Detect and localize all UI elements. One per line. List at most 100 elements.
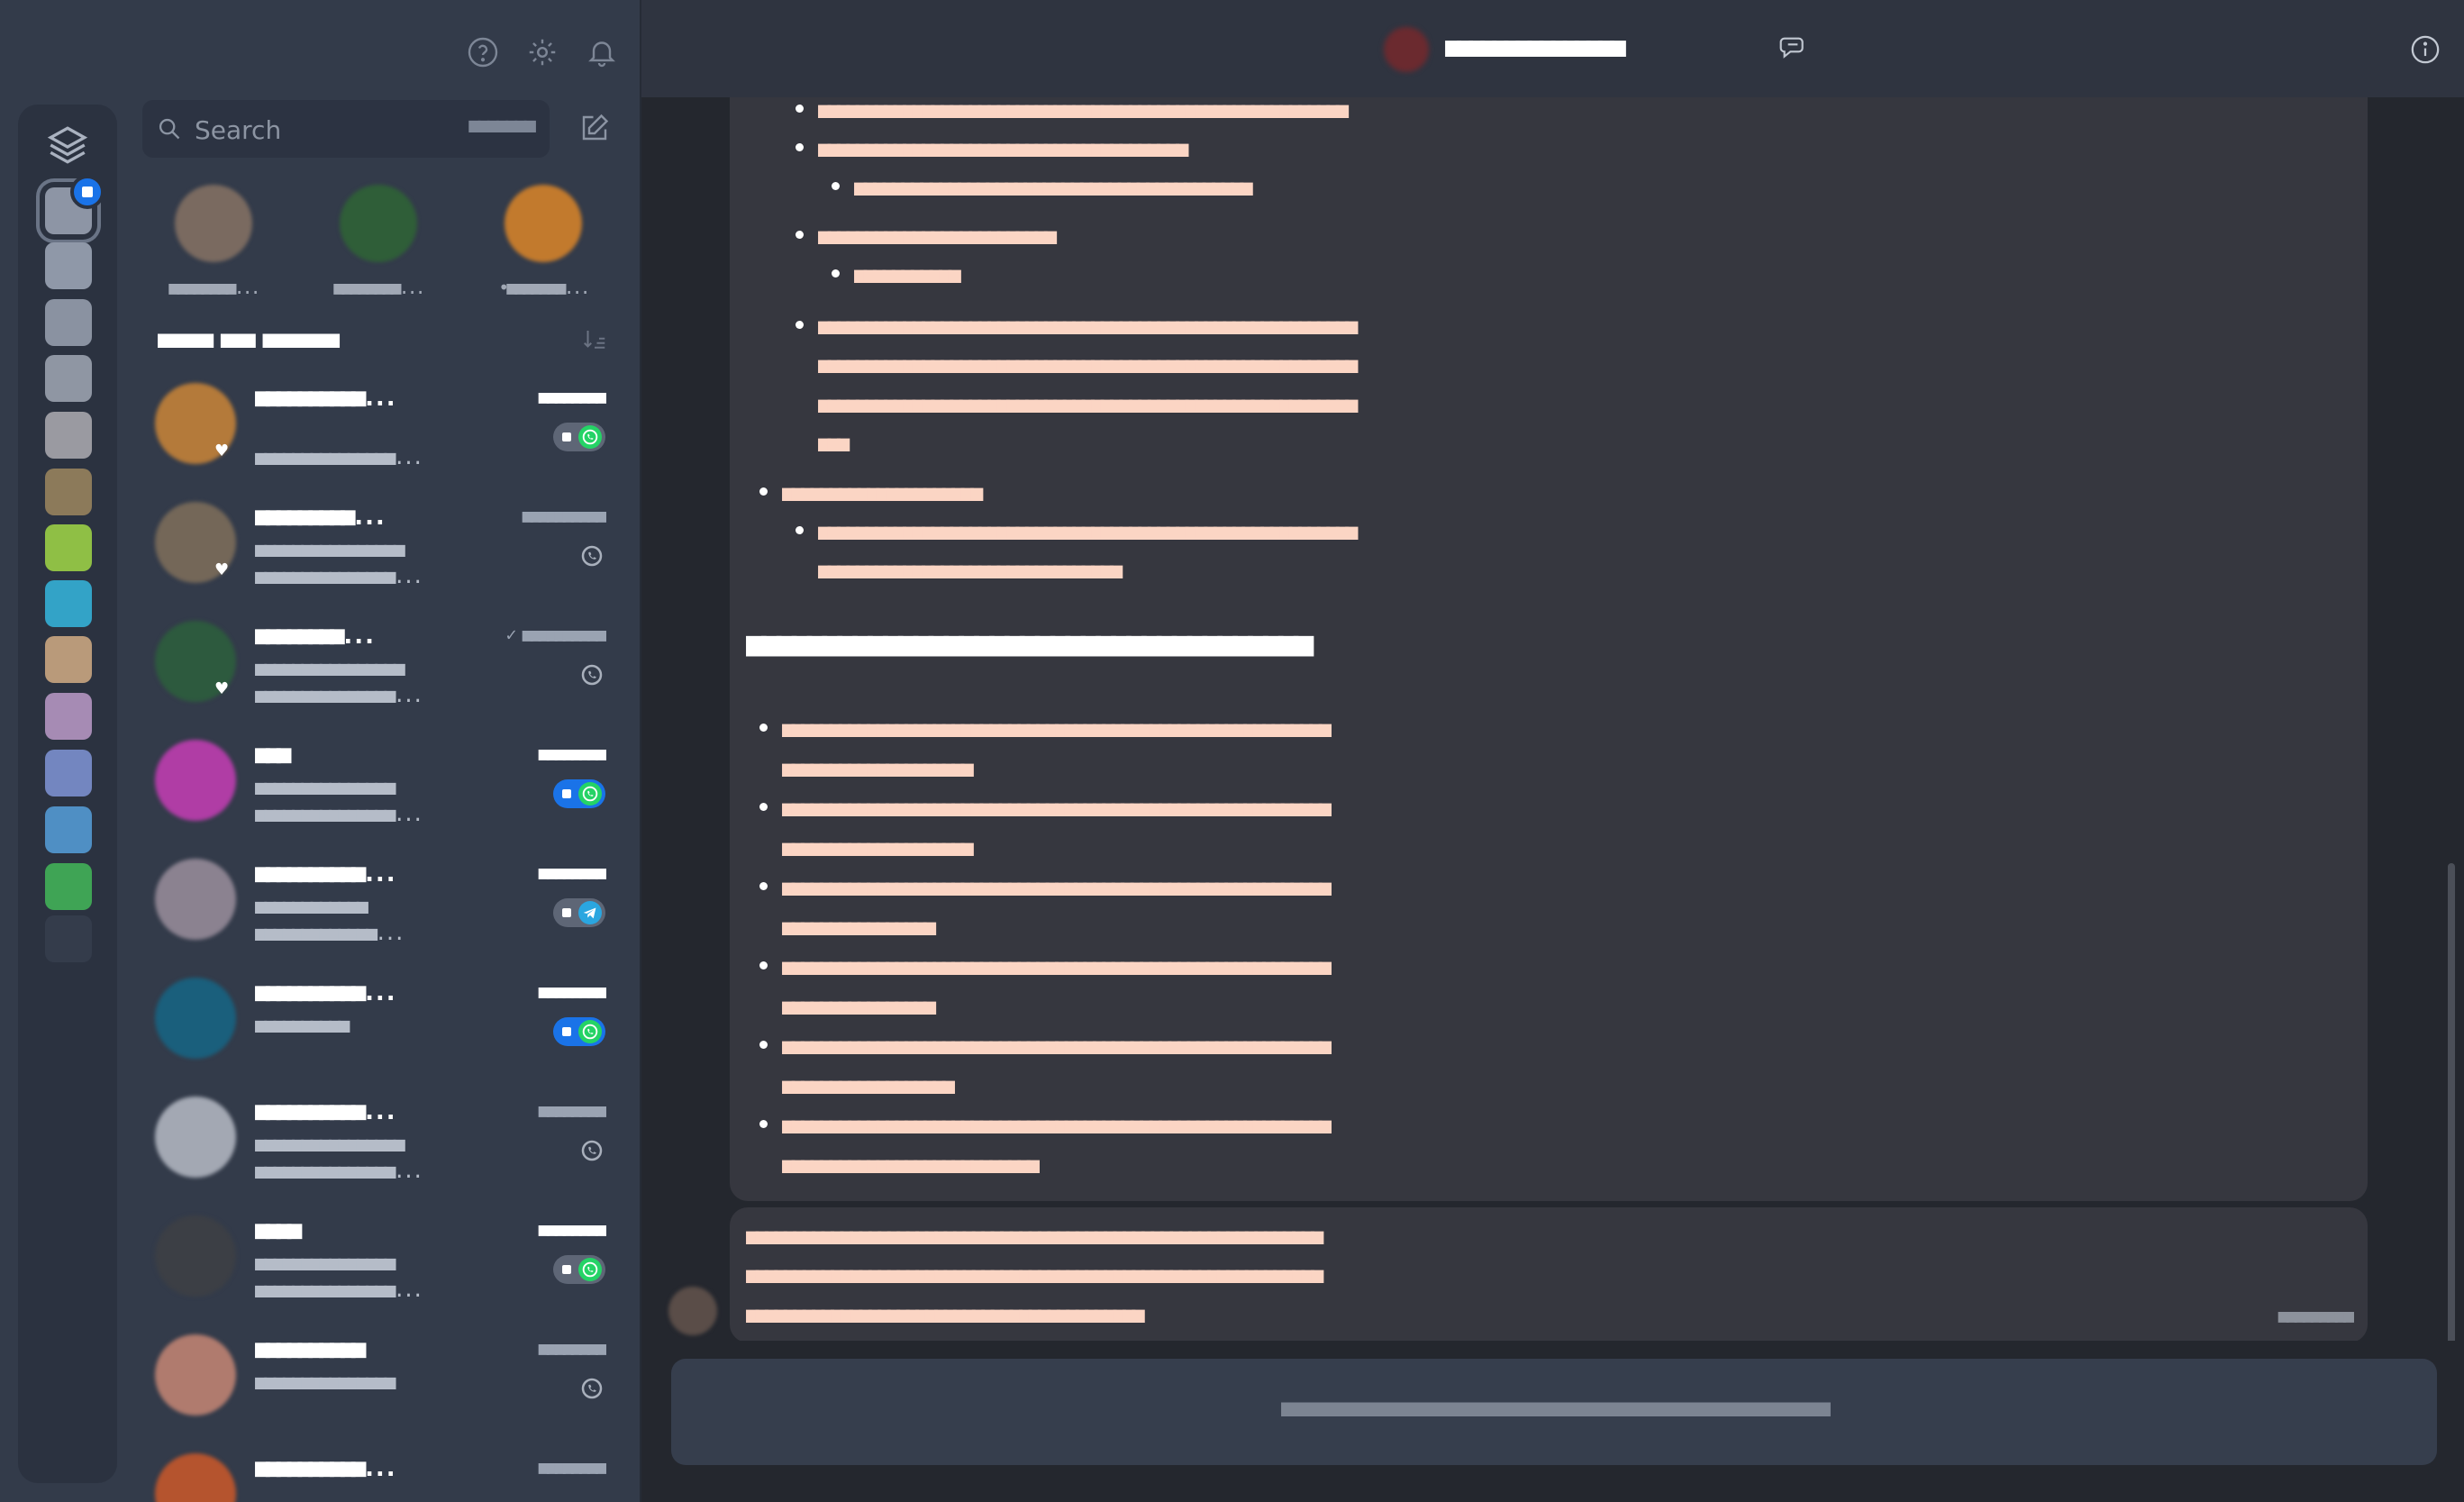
avatar	[155, 1097, 236, 1178]
network-badge	[578, 1135, 605, 1166]
contact-avatar[interactable]	[1384, 27, 1429, 72]
chat-time: ■■■■■■■■	[538, 386, 606, 407]
bell-icon[interactable]	[586, 36, 618, 68]
help-circle-icon[interactable]	[467, 36, 499, 68]
message-line: ■■■■■■■■■■■■■■■■■■■■■■■■■■■■■■■■■■■■■■■■…	[818, 97, 1349, 123]
chat-preview: ■■■■■■■■■■■■■■■...	[255, 685, 423, 707]
chat-row[interactable]: ■■■■■■■■■■...■■■■■■■■■■■■■■■■■■■■■■■■■■■…	[142, 845, 629, 964]
rail-account-7[interactable]	[45, 524, 92, 571]
search-input[interactable]	[193, 109, 467, 150]
rail-account-2[interactable]	[45, 242, 92, 289]
chat-preview: ■■■■■■■■■■■■■■■	[255, 1252, 396, 1275]
bullet-point	[832, 182, 840, 190]
message-composer[interactable]: ■■■■■■■■■■■■■■■■■■■■■■■■■■■■■■■■■■■■■■■■…	[671, 1359, 2437, 1465]
contact-name[interactable]: ■■■■■■■■■■■■■■■	[1445, 32, 1626, 63]
whatsapp-icon	[582, 429, 598, 445]
composer-text: ■■■■■■■■■■■■■■■■■■■■■■■■■■■■■■■■■■■■■■■■…	[1281, 1395, 1831, 1422]
message-bubble[interactable]: ■■■■■■■■■■■■■■■■■■■■■■■■■■■■■■■■■■■■■■■■…	[730, 97, 2368, 1201]
rail-account-10[interactable]	[45, 693, 92, 740]
layers-icon[interactable]	[45, 123, 90, 168]
chat-preview: ■■■■■■■■■■■■■■■■	[255, 658, 405, 680]
message-heading: ■■■■■■■■■■■■■■■■■■■■■■■■■■■■■■■■■■■■■	[746, 624, 1314, 663]
chat-row[interactable]: ■■■■■■■■■■■■■■■■■■■■■■■■■■■■■■■■■■■■■■■■…	[142, 726, 629, 845]
chat-row[interactable]: ♥ ■■■■■■■■... ✓ ■■■■■■■■■■ ■■■■■■■■■■■■■■■■…	[142, 607, 629, 726]
whatsapp-icon	[581, 1378, 603, 1399]
chat-time: ■■■■■■■■	[538, 1099, 606, 1121]
rail-account-4[interactable]	[45, 355, 92, 402]
message-line: ■■■■■■■■■■■■■■■■■■■■■■■■■■■■■■■■■■■■■■■■…	[854, 175, 1253, 200]
rail-account-13[interactable]	[45, 863, 92, 910]
bullet-point	[759, 882, 768, 890]
chat-preview: ■■■■■■■■■■■■■■■...	[255, 804, 423, 826]
message-line: ■■■■■■■■■■■■■■■■■■■■■■■■■■■■■■■■■■■■■■■■…	[818, 314, 1359, 339]
chat-row[interactable]: ♥ ■■■■■■■■■■... ■■■■■■■■ ■■■■■■■■■■■■■■■...	[142, 369, 629, 488]
chat-row[interactable]: ■■■■■■■■■■... ■■■■■■■■	[142, 1440, 629, 1502]
avatar	[155, 859, 236, 940]
favorite-heart-icon: ♥	[214, 560, 230, 579]
sort-icon[interactable]	[581, 326, 608, 353]
unread-pill	[553, 779, 605, 808]
rail-account-14[interactable]	[45, 915, 92, 962]
message-line: ■■■■■■■■■■■■■■■■■■■■	[782, 756, 974, 781]
bullet-point	[759, 1120, 768, 1128]
message-line: ■■■	[818, 431, 850, 456]
rail-account-3[interactable]	[45, 299, 92, 346]
chat-row[interactable]: ■■■■■■■■■■■■■■■■■■■■■■■■■■■■■■■■■■■■■■■■…	[142, 1202, 629, 1321]
avatar	[155, 1215, 236, 1297]
unread-pill	[553, 1255, 605, 1284]
bullet-point	[796, 143, 804, 151]
chat-name: ■■■■■■■■■■	[255, 1334, 367, 1363]
rail-account-9[interactable]	[45, 636, 92, 683]
sender-avatar[interactable]	[668, 1287, 717, 1335]
chat-list: ♥ ■■■■■■■■■■... ■■■■■■■■ ■■■■■■■■■■■■■■■...…	[142, 369, 629, 1502]
chat-bubble-icon[interactable]	[1778, 32, 1807, 61]
message-line: ■■■■■■■■■■■■■■■■■■■■■■■■■■■■■■■■■■■■■■■■…	[782, 1033, 1332, 1059]
pinned-chat[interactable]: ■■■■■■■■...	[146, 185, 281, 298]
chat-row[interactable]: ■■■■■■■■■■ ■■■■■■■■ ■■■■■■■■■■■■■■■	[142, 1321, 629, 1440]
rail-account-12[interactable]	[45, 806, 92, 853]
gear-icon[interactable]	[526, 36, 559, 68]
pinned-name: •■■■■■■■...	[498, 277, 590, 298]
bullet-point	[796, 321, 804, 329]
network-badge	[553, 1016, 605, 1047]
conversation-pane: ■■■■■■■■■■■■■■■ ■■■■■■■■■■■■■■■■■■■■■■■■…	[641, 0, 2464, 1502]
chat-row[interactable]: ■■■■■■■■■■... ■■■■■■■■ ■■■■■■■■■■	[142, 964, 629, 1083]
unread-pill	[553, 423, 605, 451]
avatar	[155, 978, 236, 1059]
compose-icon[interactable]	[578, 112, 611, 144]
pinned-name: ■■■■■■■■...	[168, 277, 260, 298]
rail-account-5[interactable]	[45, 412, 92, 459]
chat-row[interactable]: ♥ ■■■■■■■■■... ■■■■■■■■■■ ■■■■■■■■■■■■■■■■ ■…	[142, 488, 629, 607]
chat-name: ■■■■■■■■■■...	[255, 1096, 398, 1125]
chat-preview: ■■■■■■■■■■■■■■■■	[255, 1133, 405, 1156]
rail-account-11[interactable]	[45, 750, 92, 797]
pinned-chat[interactable]: ■■■■■■■■...	[311, 185, 446, 298]
chat-name: ■■■■■■■■■■...	[255, 858, 398, 888]
chat-preview: ■■■■■■■■■■■■■■■...	[255, 447, 423, 469]
message-bubble[interactable]: ■■■■■■■■■■■■■■■■■■■■■■■■■■■■■■■■■■■■■■■■…	[730, 1207, 2368, 1341]
bullet-point	[759, 1041, 768, 1049]
chat-preview: ■■■■■■■■■■	[255, 1015, 350, 1037]
whatsapp-icon	[582, 786, 598, 802]
bullet-point	[759, 487, 768, 496]
rail-account-1[interactable]	[45, 175, 105, 234]
network-badge	[578, 660, 605, 690]
unread-pill	[553, 1017, 605, 1046]
network-badge	[553, 422, 605, 452]
pinned-chat[interactable]: •■■■■■■■...	[476, 185, 611, 298]
rail-account-6[interactable]	[45, 469, 92, 515]
scrollbar[interactable]	[2448, 863, 2455, 1341]
left-pane: ■■■■■■■ ■■■■■■■■... ■■■■■■■■... •■■■■■■■…	[0, 0, 641, 1502]
network-badge	[553, 1254, 605, 1285]
chat-time: ■■■■■■■■	[538, 980, 606, 1002]
pinned-avatar	[175, 185, 252, 262]
rail-account-8[interactable]	[45, 580, 92, 627]
top-toolbar	[467, 36, 618, 68]
message-line: ■■■■■■■■■■■■■■■■■■■■■■■■■■■■■■■■■■■■■■■■…	[818, 392, 1359, 417]
chat-section-header: ■■■■■ ■■■ ■■■■■■■	[158, 326, 626, 362]
chat-time: ■■■■■■■■	[538, 861, 606, 883]
network-badge	[578, 1373, 605, 1404]
chat-row[interactable]: ■■■■■■■■■■...■■■■■■■■■■■■■■■■■■■■■■■■■■■…	[142, 1083, 629, 1202]
info-icon[interactable]	[2410, 34, 2441, 65]
message-line: ■■■■■■■■■■■■■■■■■■■■■■■■■■■■■■■■■■■■■■■■…	[782, 875, 1332, 900]
